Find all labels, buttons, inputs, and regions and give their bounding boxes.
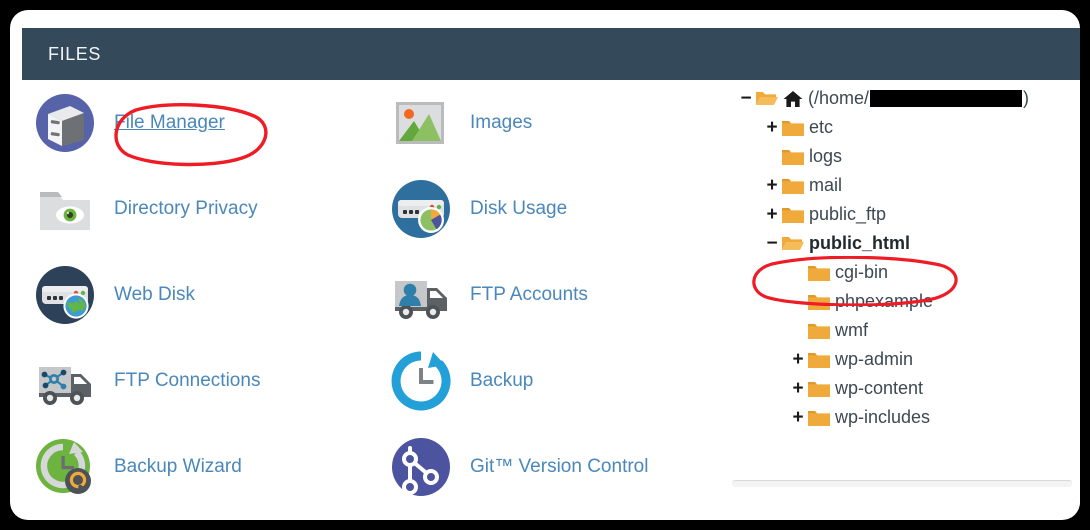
folder-closed-icon <box>808 380 830 397</box>
tree-row-public-html[interactable]: − public_html <box>722 229 1074 258</box>
tree-label: public_ftp <box>809 204 887 224</box>
app-column-left: File Manager Directory Privacy Web Disk … <box>34 80 384 510</box>
app-label-ftp-accounts[interactable]: FTP Accounts <box>470 284 588 306</box>
app-label-images[interactable]: Images <box>470 112 532 134</box>
tree-row-mail[interactable]: + mail <box>722 171 1074 200</box>
folder-closed-icon <box>782 119 804 136</box>
folder-closed-icon <box>782 177 804 194</box>
page-title: FILES <box>48 43 102 64</box>
folder-closed-icon <box>808 409 830 426</box>
tree-horizontal-scrollbar[interactable] <box>732 480 1072 487</box>
cpanel-files-panel: FILES File Manager Directory Privacy Web… <box>10 10 1080 520</box>
folder-closed-icon <box>808 322 830 339</box>
directory-privacy-icon <box>34 178 96 240</box>
git-version-control-icon <box>390 436 452 498</box>
backup-icon <box>390 350 452 412</box>
tree-row-wp-includes[interactable]: + wp-includes <box>722 403 1074 432</box>
app-label-disk-usage[interactable]: Disk Usage <box>470 198 567 220</box>
tree-label: public_html <box>809 233 911 253</box>
tree-row-logs[interactable]: logs <box>722 142 1074 171</box>
tree-toggle-expand-icon[interactable]: + <box>790 379 806 398</box>
file-manager-icon <box>34 92 96 154</box>
tree-label: wmf <box>835 320 868 340</box>
app-item-ftp-accounts[interactable]: FTP Accounts <box>390 252 740 338</box>
backup-wizard-icon <box>34 436 96 498</box>
app-column-right: Images Disk Usage FTP Accounts Backup Gi… <box>390 80 740 510</box>
redacted-username-bar <box>870 90 1023 107</box>
tree-label: cgi-bin <box>835 262 889 282</box>
folder-closed-icon <box>782 206 804 223</box>
home-icon <box>783 90 803 108</box>
app-item-images[interactable]: Images <box>390 80 740 166</box>
app-item-file-manager[interactable]: File Manager <box>34 80 384 166</box>
tree-toggle-collapse-icon[interactable]: − <box>738 89 754 108</box>
app-label-backup-wizard[interactable]: Backup Wizard <box>114 456 242 478</box>
tree-toggle-expand-icon[interactable]: + <box>790 408 806 427</box>
app-item-disk-usage[interactable]: Disk Usage <box>390 166 740 252</box>
app-item-git-version-control[interactable]: Git™ Version Control <box>390 424 740 510</box>
app-label-file-manager[interactable]: File Manager <box>114 112 225 134</box>
folder-closed-icon <box>782 148 804 165</box>
tree-label: wp-includes <box>835 407 931 427</box>
folder-closed-icon <box>808 351 830 368</box>
tree-toggle-expand-icon[interactable]: + <box>764 176 780 195</box>
app-label-directory-privacy[interactable]: Directory Privacy <box>114 198 258 220</box>
tree-row-wmf[interactable]: wmf <box>722 316 1074 345</box>
app-item-backup-wizard[interactable]: Backup Wizard <box>34 424 384 510</box>
tree-row-cgi-bin[interactable]: cgi-bin <box>722 258 1074 287</box>
folder-closed-icon <box>808 264 830 281</box>
folder-open-icon <box>756 90 778 107</box>
tree-label: wp-content <box>835 378 924 398</box>
app-item-directory-privacy[interactable]: Directory Privacy <box>34 166 384 252</box>
images-icon <box>390 92 452 154</box>
tree-toggle-expand-icon[interactable]: + <box>764 205 780 224</box>
tree-toggle-collapse-icon[interactable]: − <box>764 234 780 253</box>
tree-row-wp-admin[interactable]: + wp-admin <box>722 345 1074 374</box>
tree-toggle-expand-icon[interactable]: + <box>790 350 806 369</box>
web-disk-icon <box>34 264 96 326</box>
ftp-accounts-icon <box>390 264 452 326</box>
tree-row-home[interactable]: − (/home/ ) <box>722 84 1074 113</box>
tree-home-path-suffix: ) <box>1023 88 1030 108</box>
folder-open-icon <box>782 235 804 252</box>
app-label-git-version-control[interactable]: Git™ Version Control <box>470 456 648 478</box>
tree-toggle-placeholder <box>764 147 780 166</box>
app-label-web-disk[interactable]: Web Disk <box>114 284 195 306</box>
tree-row-public-ftp[interactable]: + public_ftp <box>722 200 1074 229</box>
tree-label: etc <box>809 117 834 137</box>
app-label-ftp-connections[interactable]: FTP Connections <box>114 370 260 392</box>
app-item-web-disk[interactable]: Web Disk <box>34 252 384 338</box>
tree-row-wp-content[interactable]: + wp-content <box>722 374 1074 403</box>
tree-row-phpexample[interactable]: phpexample <box>722 287 1074 316</box>
screenshot-frame: FILES File Manager Directory Privacy Web… <box>0 0 1090 530</box>
tree-toggle-placeholder <box>790 263 806 282</box>
tree-toggle-placeholder <box>790 321 806 340</box>
files-section-body: File Manager Directory Privacy Web Disk … <box>22 80 1080 518</box>
folder-closed-icon <box>808 293 830 310</box>
ftp-connections-icon <box>34 350 96 412</box>
app-grid: File Manager Directory Privacy Web Disk … <box>22 80 722 518</box>
tree-toggle-placeholder <box>790 292 806 311</box>
app-label-backup[interactable]: Backup <box>470 370 533 392</box>
tree-label: phpexample <box>835 291 934 311</box>
app-item-backup[interactable]: Backup <box>390 338 740 424</box>
tree-label: wp-admin <box>835 349 914 369</box>
app-item-ftp-connections[interactable]: FTP Connections <box>34 338 384 424</box>
file-tree-panel[interactable]: − (/home/ ) + etc logs + mail + public_f… <box>722 84 1074 504</box>
disk-usage-icon <box>390 178 452 240</box>
tree-node-list: + etc logs + mail + public_ftp − public_html cg… <box>722 113 1074 432</box>
tree-label: mail <box>809 175 843 195</box>
files-section-header: FILES <box>22 28 1080 80</box>
tree-toggle-expand-icon[interactable]: + <box>764 118 780 137</box>
tree-label: logs <box>809 146 843 166</box>
tree-home-path-prefix: (/home/ <box>808 88 870 108</box>
tree-row-etc[interactable]: + etc <box>722 113 1074 142</box>
